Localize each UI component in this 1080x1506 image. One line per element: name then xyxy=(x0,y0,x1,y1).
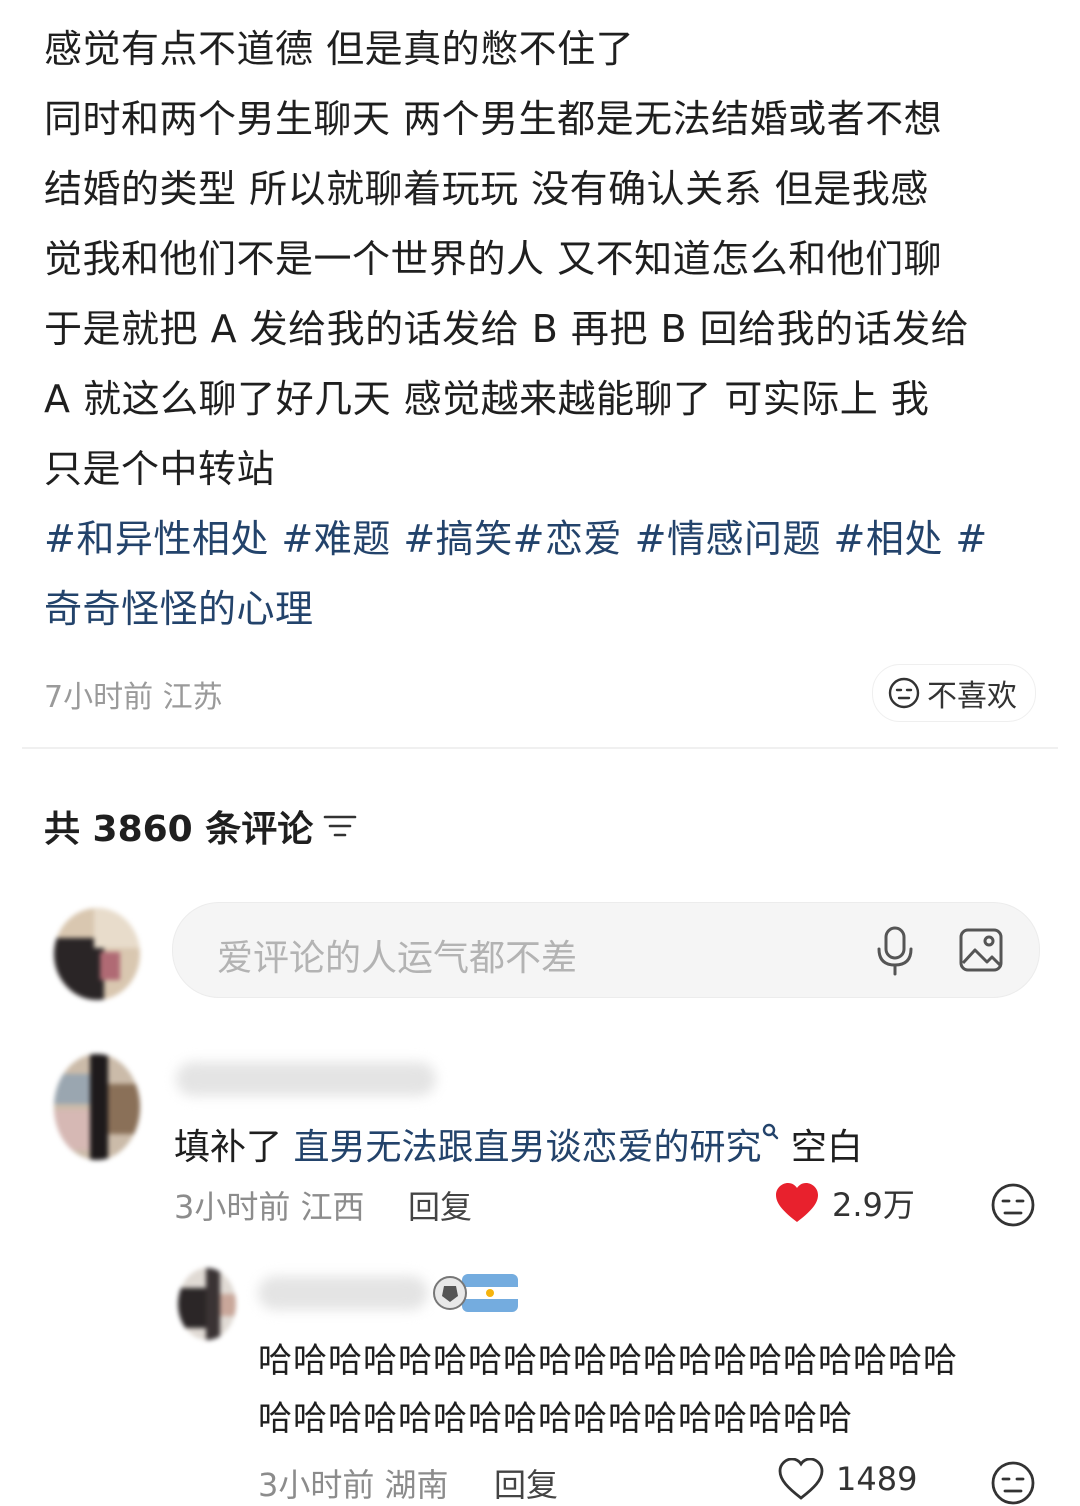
reply-dislike-face-icon[interactable] xyxy=(990,1460,1036,1506)
commenter-username-blurred[interactable] xyxy=(176,1062,436,1096)
heart-outline-icon xyxy=(778,1458,824,1500)
post-text-line: 于是就把 A 发给我的话发给 B 再把 B 回给我的话发给 xyxy=(44,307,970,351)
neutral-face-icon xyxy=(888,677,920,709)
reply-reply-button[interactable]: 回复 xyxy=(494,1460,558,1506)
divider xyxy=(22,747,1058,749)
comment-search-link[interactable]: 直男无法跟直男谈恋爱的研究 xyxy=(293,1127,761,1168)
dislike-label: 不喜欢 xyxy=(927,679,1017,714)
reply-time-location: 3小时前 湖南 xyxy=(258,1466,449,1504)
comment-input-placeholder: 爱评论的人运气都不差 xyxy=(217,938,578,979)
search-icon[interactable] xyxy=(761,1122,779,1144)
reply-like-count: 1489 xyxy=(836,1460,918,1498)
hashtag-line[interactable]: #和异性相处 #难题 #搞笑#恋爱 #情感问题 #相处 # xyxy=(44,504,1044,574)
comment-like-button[interactable]: 2.9万 xyxy=(774,1180,915,1226)
post-text-line: 结婚的类型 所以就聊着玩玩 没有确认关系 但是我感 xyxy=(44,167,929,211)
sort-icon[interactable] xyxy=(323,811,357,841)
post-time-location: 7小时前 江苏 xyxy=(44,680,223,715)
post-body: 感觉有点不道德 但是真的憋不住了 同时和两个男生聊天 两个男生都是无法结婚或者不… xyxy=(44,14,1044,644)
soccer-flag-badge-icon xyxy=(433,1274,518,1312)
reply-avatar[interactable] xyxy=(178,1268,236,1340)
reply-username-blurred[interactable] xyxy=(258,1276,428,1310)
post-text-line: 觉我和他们不是一个世界的人 又不知道怎么和他们聊 xyxy=(44,237,943,281)
dislike-face-icon[interactable] xyxy=(990,1182,1036,1228)
dislike-button[interactable]: 不喜欢 xyxy=(872,664,1036,722)
comment-input[interactable]: 爱评论的人运气都不差 xyxy=(172,902,1040,998)
comment-time-location: 3小时前 江西 xyxy=(174,1188,365,1226)
hashtag-line[interactable]: 奇奇怪怪的心理 xyxy=(44,574,1044,644)
comments-header: 共 3860 条评论 xyxy=(44,800,357,852)
current-user-avatar[interactable] xyxy=(54,908,140,1000)
microphone-icon[interactable] xyxy=(873,925,917,977)
post-meta-row: 7小时前 江苏 不喜欢 xyxy=(44,664,1036,722)
commenter-avatar[interactable] xyxy=(54,1054,140,1160)
post-text-line: 感觉有点不道德 但是真的憋不住了 xyxy=(44,27,635,71)
reply-text-line: 哈哈哈哈哈哈哈哈哈哈哈哈哈哈哈哈哈哈哈哈 xyxy=(258,1341,958,1381)
comment-like-count: 2.9万 xyxy=(832,1186,915,1224)
comment-text: 填补了 直男无法跟直男谈恋爱的研究 空白 xyxy=(174,1118,863,1170)
heart-filled-icon xyxy=(776,1183,818,1222)
post-text-line: 只是个中转站 xyxy=(44,447,276,491)
comment-count: 共 3860 条评论 xyxy=(44,809,314,850)
post-text-line: 同时和两个男生聊天 两个男生都是无法结婚或者不想 xyxy=(44,97,943,141)
reply-button[interactable]: 回复 xyxy=(408,1182,472,1228)
post-text-line: A 就这么聊了好几天 感觉越来越能聊了 可实际上 我 xyxy=(44,377,930,421)
image-icon[interactable] xyxy=(958,927,1004,973)
comment-text-before: 填补了 xyxy=(174,1127,294,1168)
reply-text-line: 哈哈哈哈哈哈哈哈哈哈哈哈哈哈哈哈哈 xyxy=(258,1399,853,1439)
comment-text-after: 空白 xyxy=(779,1127,863,1168)
reply-like-button[interactable]: 1489 xyxy=(778,1458,917,1500)
